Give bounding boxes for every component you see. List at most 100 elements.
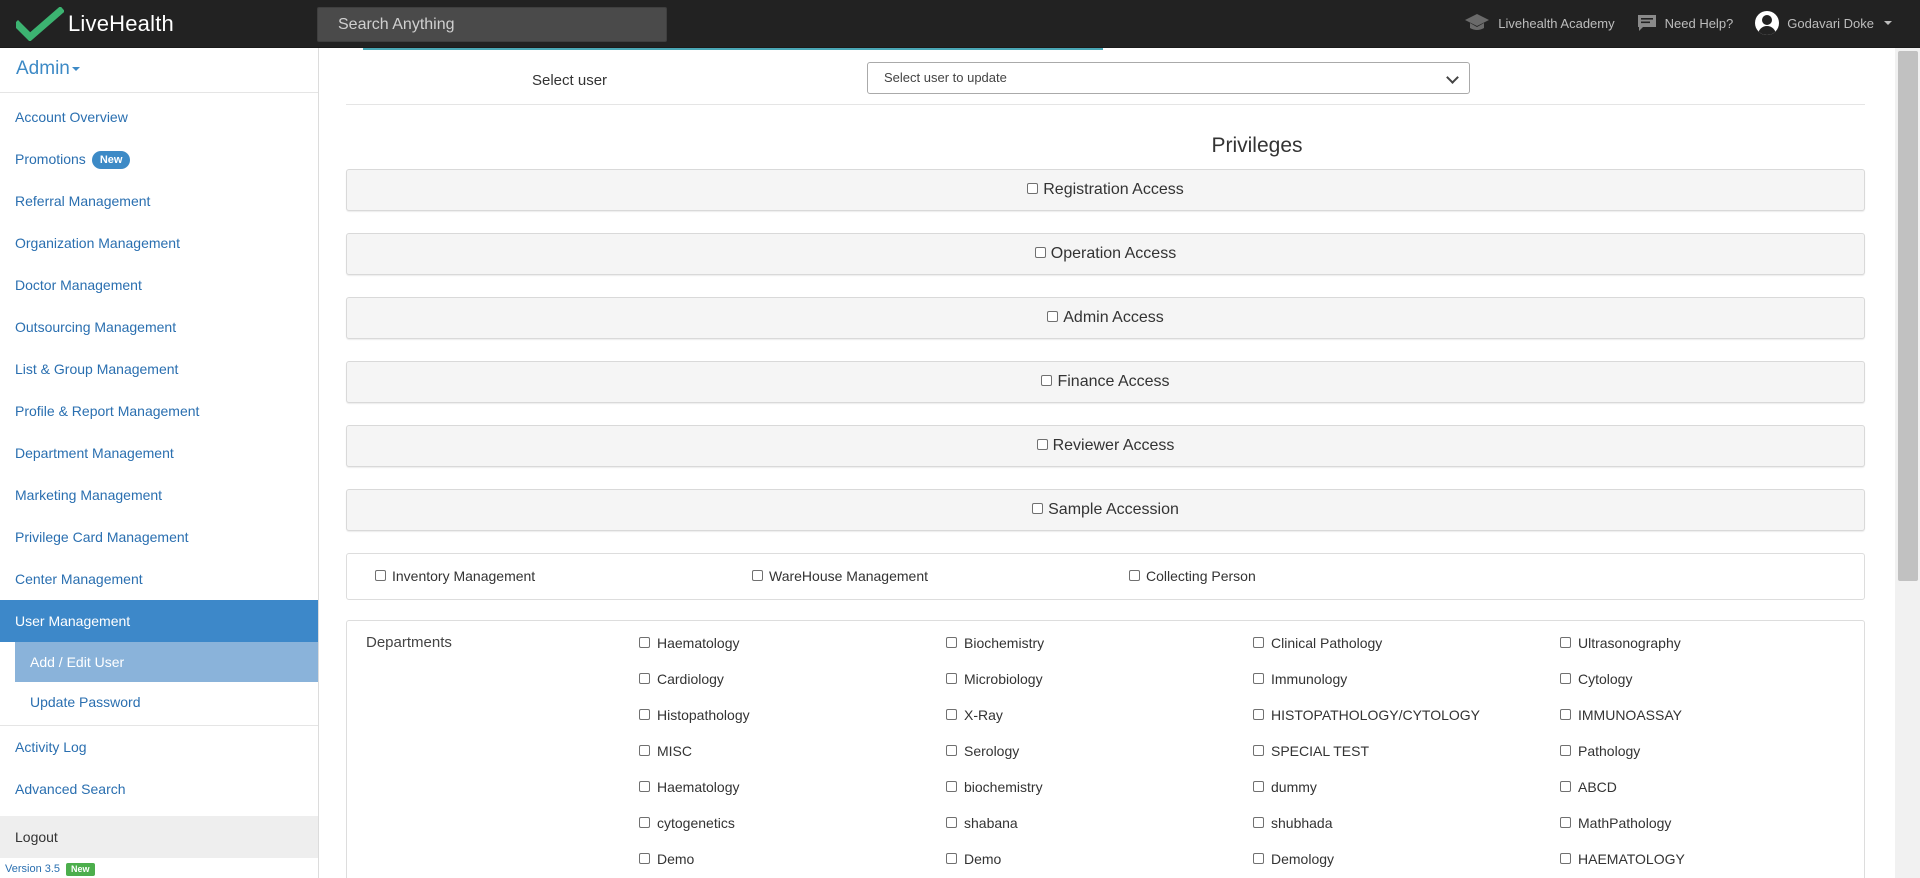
collecting-person-checkbox[interactable] — [1129, 569, 1140, 581]
department-checkbox[interactable] — [639, 708, 650, 720]
department-option[interactable]: Microbiology — [946, 671, 1043, 687]
department-checkbox[interactable] — [1560, 672, 1571, 684]
privilege-panel-reviewer[interactable]: Reviewer Access — [346, 425, 1865, 467]
department-option[interactable]: shubhada — [1253, 815, 1333, 831]
department-option[interactable]: X-Ray — [946, 707, 1003, 723]
department-checkbox[interactable] — [1560, 852, 1571, 864]
department-checkbox[interactable] — [1253, 672, 1264, 684]
department-checkbox[interactable] — [1253, 852, 1264, 864]
department-option[interactable]: Cardiology — [639, 671, 724, 687]
department-checkbox[interactable] — [639, 636, 650, 648]
sidebar-item-list-group-management[interactable]: List & Group Management — [0, 348, 318, 390]
admin-access-checkbox[interactable] — [1047, 310, 1059, 322]
department-option[interactable]: HAEMATOLOGY — [1560, 851, 1685, 867]
department-option[interactable]: cytogenetics — [639, 815, 735, 831]
sidebar-item-organization-management[interactable]: Organization Management — [0, 222, 318, 264]
inventory-management-checkbox[interactable] — [375, 569, 386, 581]
department-checkbox[interactable] — [1253, 744, 1264, 756]
sidebar-item-outsourcing-management[interactable]: Outsourcing Management — [0, 306, 318, 348]
privilege-panel-registration[interactable]: Registration Access — [346, 169, 1865, 211]
reviewer-access-checkbox[interactable] — [1036, 438, 1048, 450]
department-option[interactable]: Demology — [1253, 851, 1334, 867]
privilege-panel-finance[interactable]: Finance Access — [346, 361, 1865, 403]
sidebar-item-promotions[interactable]: Promotions New — [0, 138, 318, 180]
brand-logo[interactable]: LiveHealth — [16, 6, 174, 42]
sidebar-item-activity-log[interactable]: Activity Log — [0, 726, 318, 768]
department-option[interactable]: SPECIAL TEST — [1253, 743, 1369, 759]
sample-accession-checkbox[interactable] — [1032, 502, 1044, 514]
department-option[interactable]: HISTOPATHOLOGY/CYTOLOGY — [1253, 707, 1480, 723]
finance-access-checkbox[interactable] — [1041, 374, 1053, 386]
search-input[interactable]: Search Anything — [317, 7, 667, 42]
department-option[interactable]: Biochemistry — [946, 635, 1044, 651]
sidebar-item-user-management[interactable]: User Management — [0, 600, 318, 642]
sidebar-subitem-add-edit-user[interactable]: Add / Edit User — [15, 642, 318, 682]
sidebar-subitem-update-password[interactable]: Update Password — [15, 682, 318, 722]
department-option[interactable]: Demo — [946, 851, 1001, 867]
scrollbar-thumb[interactable] — [1898, 51, 1918, 581]
department-checkbox[interactable] — [946, 816, 957, 828]
department-option[interactable]: Demo — [639, 851, 694, 867]
sidebar-item-doctor-management[interactable]: Doctor Management — [0, 264, 318, 306]
sidebar-item-marketing-management[interactable]: Marketing Management — [0, 474, 318, 516]
registration-access-checkbox[interactable] — [1027, 182, 1039, 194]
department-option[interactable]: Cytology — [1560, 671, 1632, 687]
academy-link[interactable]: Livehealth Academy — [1464, 13, 1615, 33]
department-option[interactable]: Ultrasonography — [1560, 635, 1681, 651]
department-checkbox[interactable] — [946, 636, 957, 648]
department-checkbox[interactable] — [946, 744, 957, 756]
operation-access-checkbox[interactable] — [1034, 246, 1046, 258]
logout-button[interactable]: Logout — [0, 816, 318, 858]
department-checkbox[interactable] — [946, 852, 957, 864]
sidebar-item-account-overview[interactable]: Account Overview — [0, 96, 318, 138]
user-menu[interactable]: Godavari Doke — [1755, 11, 1892, 35]
department-option[interactable]: dummy — [1253, 779, 1317, 795]
privilege-panel-sample-accession[interactable]: Sample Accession — [346, 489, 1865, 531]
sidebar-item-advanced-search[interactable]: Advanced Search — [0, 768, 318, 810]
department-option[interactable]: Immunology — [1253, 671, 1347, 687]
sidebar-item-privilege-card-management[interactable]: Privilege Card Management — [0, 516, 318, 558]
sidebar-item-referral-management[interactable]: Referral Management — [0, 180, 318, 222]
collecting-person-option[interactable]: Collecting Person — [1129, 568, 1256, 584]
department-checkbox[interactable] — [639, 744, 650, 756]
department-checkbox[interactable] — [1560, 816, 1571, 828]
privilege-panel-operation[interactable]: Operation Access — [346, 233, 1865, 275]
department-checkbox[interactable] — [946, 672, 957, 684]
sidebar-item-center-management[interactable]: Center Management — [0, 558, 318, 600]
department-option[interactable]: MISC — [639, 743, 692, 759]
department-checkbox[interactable] — [639, 672, 650, 684]
department-checkbox[interactable] — [1560, 708, 1571, 720]
department-checkbox[interactable] — [946, 780, 957, 792]
department-option[interactable]: Histopathology — [639, 707, 750, 723]
department-checkbox[interactable] — [1253, 708, 1264, 720]
department-checkbox[interactable] — [639, 780, 650, 792]
department-option[interactable]: IMMUNOASSAY — [1560, 707, 1682, 723]
help-link[interactable]: Need Help? — [1637, 14, 1733, 32]
department-option[interactable]: Serology — [946, 743, 1019, 759]
department-checkbox[interactable] — [1253, 636, 1264, 648]
admin-dropdown[interactable]: Admin — [0, 48, 318, 93]
department-option[interactable]: biochemistry — [946, 779, 1043, 795]
vertical-scrollbar[interactable] — [1895, 48, 1920, 878]
department-option[interactable]: Clinical Pathology — [1253, 635, 1382, 651]
warehouse-management-checkbox[interactable] — [752, 569, 763, 581]
sidebar-item-profile-report-management[interactable]: Profile & Report Management — [0, 390, 318, 432]
inventory-management-option[interactable]: Inventory Management — [375, 568, 535, 584]
department-checkbox[interactable] — [1253, 816, 1264, 828]
department-option[interactable]: Haematology — [639, 779, 740, 795]
department-option[interactable]: MathPathology — [1560, 815, 1671, 831]
department-option[interactable]: Pathology — [1560, 743, 1640, 759]
department-checkbox[interactable] — [639, 816, 650, 828]
department-checkbox[interactable] — [946, 708, 957, 720]
select-user-dropdown[interactable]: Select user to update — [867, 62, 1470, 94]
sidebar-item-department-management[interactable]: Department Management — [0, 432, 318, 474]
department-checkbox[interactable] — [1560, 744, 1571, 756]
department-option[interactable]: ABCD — [1560, 779, 1617, 795]
department-checkbox[interactable] — [1253, 780, 1264, 792]
department-option[interactable]: Haematology — [639, 635, 740, 651]
department-checkbox[interactable] — [1560, 780, 1571, 792]
privilege-panel-admin[interactable]: Admin Access — [346, 297, 1865, 339]
department-option[interactable]: shabana — [946, 815, 1018, 831]
department-checkbox[interactable] — [1560, 636, 1571, 648]
warehouse-management-option[interactable]: WareHouse Management — [752, 568, 928, 584]
